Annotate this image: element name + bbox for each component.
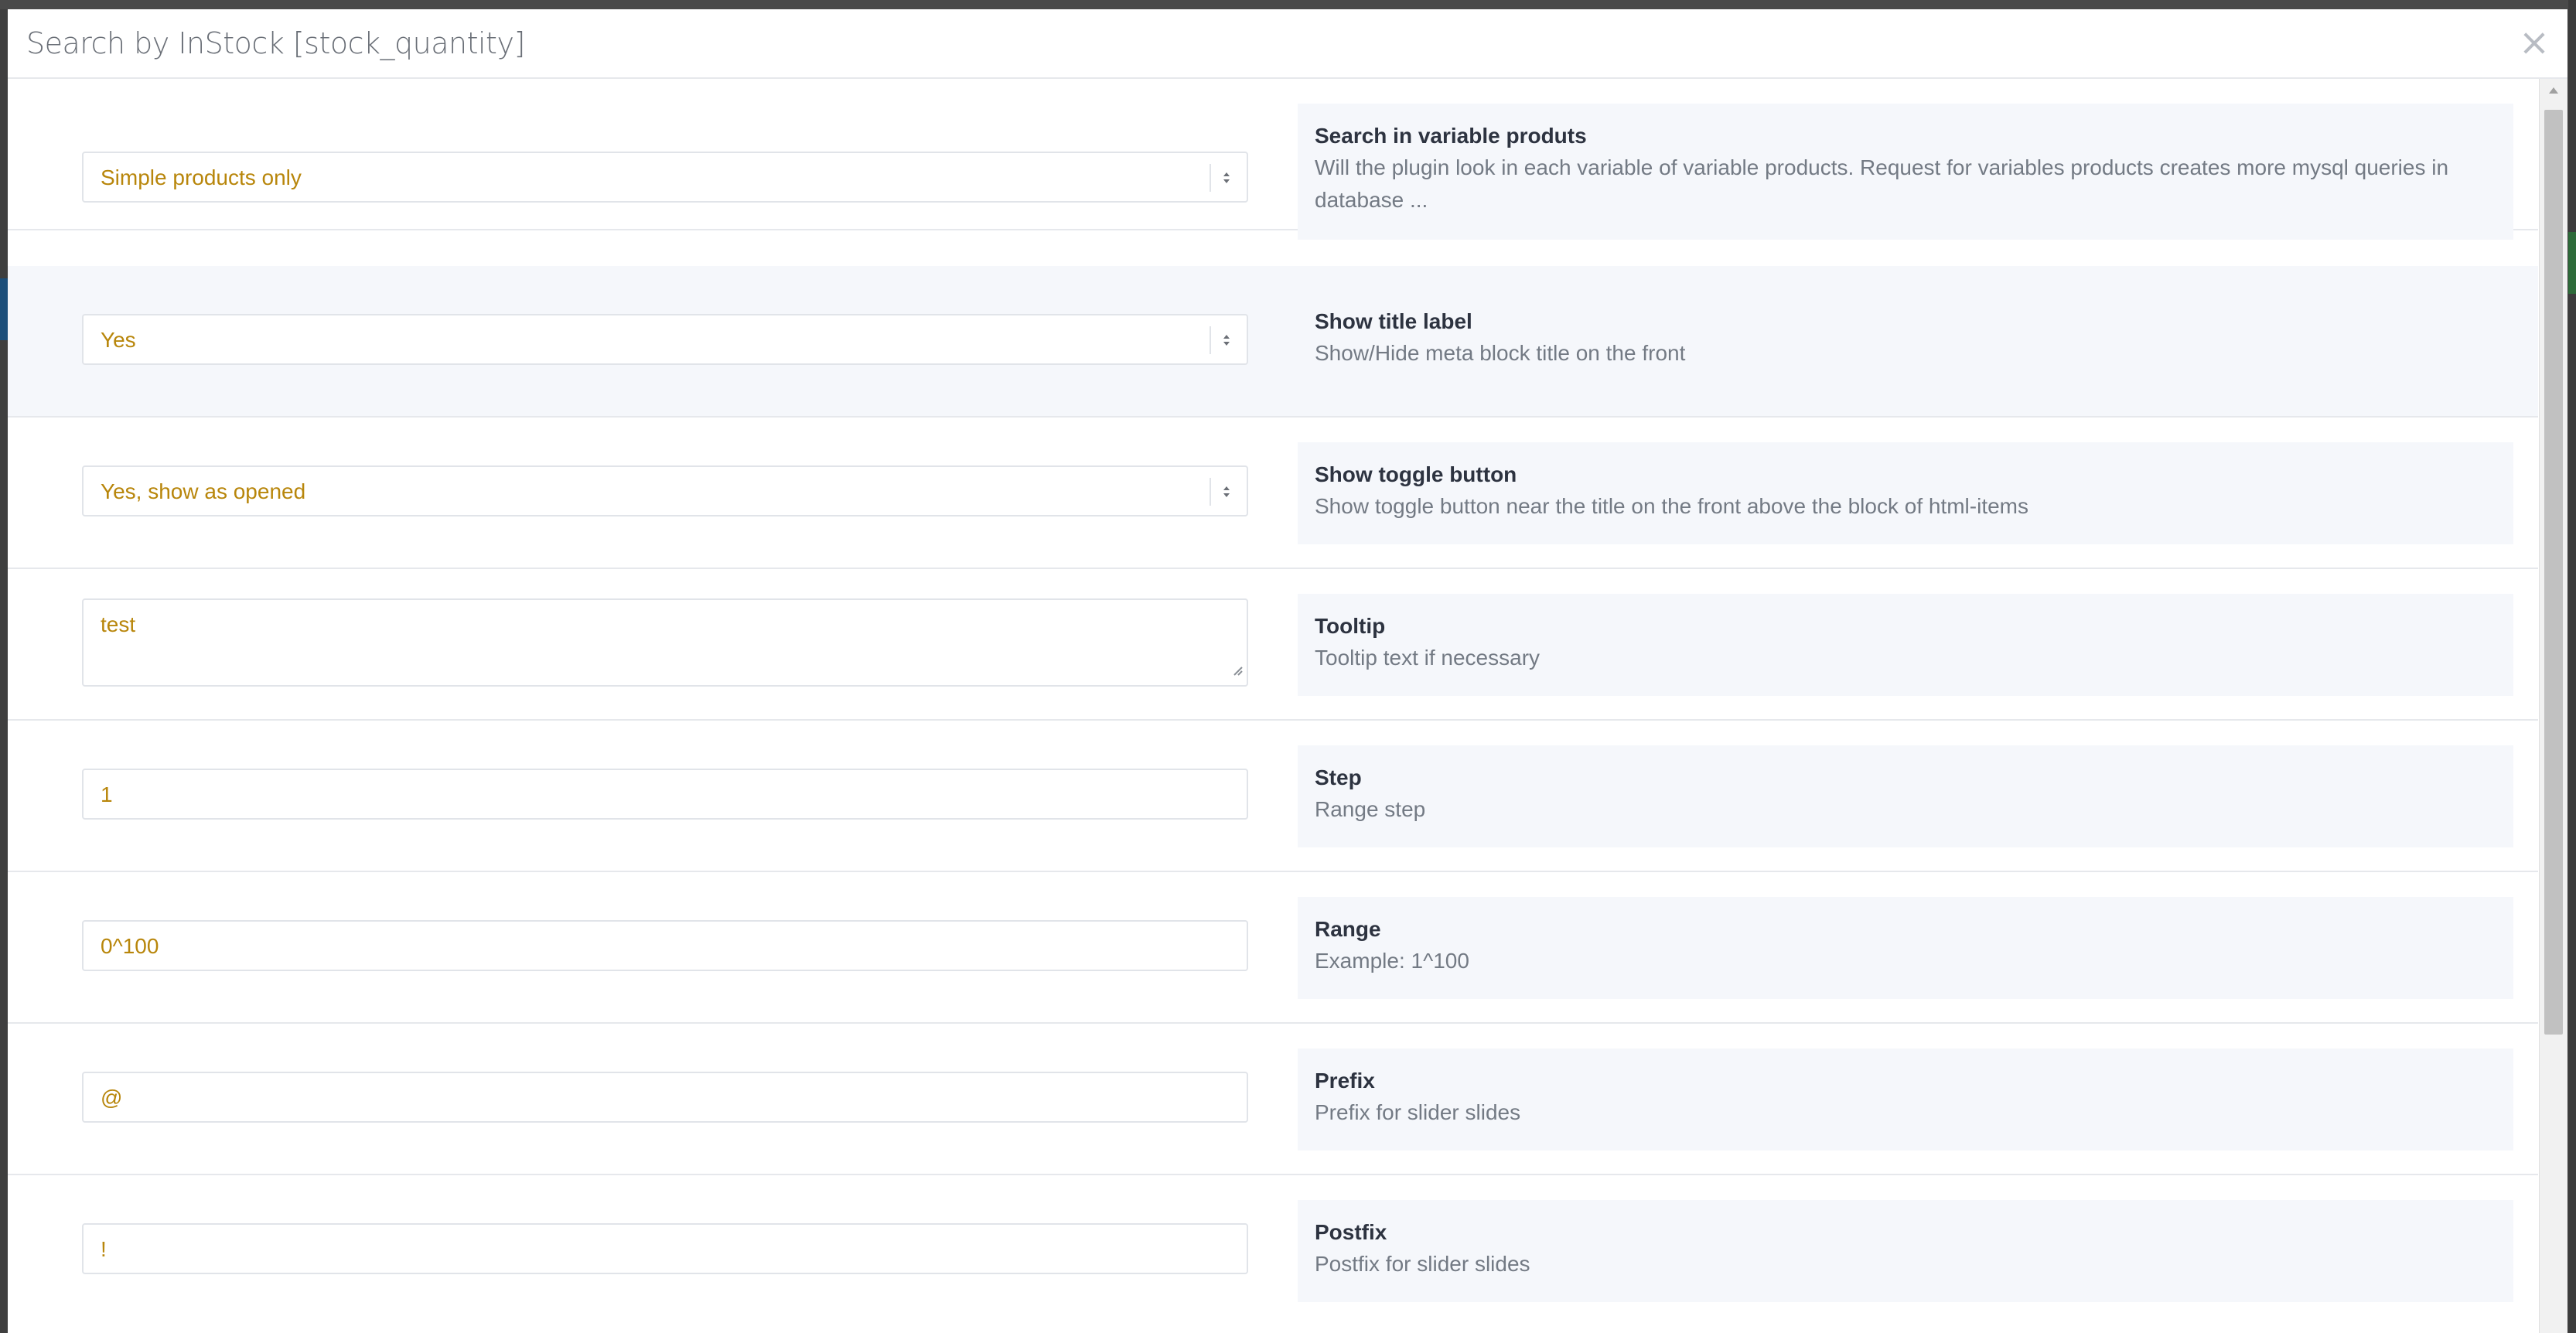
option-row-toggle-button: Yes, show as opened Show toggle button S…	[8, 418, 2538, 569]
option-row-title-label: Yes Show title label Show/Hide meta bloc…	[8, 266, 2538, 418]
option-description: Range step	[1315, 797, 1426, 821]
option-title: Range	[1315, 917, 1381, 941]
select-value: Yes	[101, 328, 136, 352]
postfix-input[interactable]: !	[82, 1223, 1248, 1274]
option-info: Postfix Postfix for slider slides	[1298, 1200, 2513, 1302]
option-title: Search in variable produts	[1315, 124, 1587, 148]
input-value: !	[101, 1237, 107, 1261]
option-title: Tooltip	[1315, 614, 1386, 638]
backdrop-top-strip	[0, 0, 2576, 9]
option-info: Prefix Prefix for slider slides	[1298, 1048, 2513, 1151]
option-description: Will the plugin look in each variable of…	[1315, 155, 2449, 212]
settings-modal: Search by InStock [stock_quantity] × Sim…	[8, 9, 2567, 1333]
option-title: Show title label	[1315, 309, 1472, 333]
modal-body: Simple products only Search in variable …	[8, 79, 2538, 1333]
select-arrows-icon	[1210, 478, 1233, 506]
option-description: Tooltip text if necessary	[1315, 646, 1540, 670]
backdrop-right-edge	[2568, 0, 2576, 1333]
option-title: Step	[1315, 765, 1362, 789]
tooltip-textarea[interactable]: test	[82, 598, 1248, 687]
option-info: Show toggle button Show toggle button ne…	[1298, 442, 2513, 544]
range-input[interactable]: 0^100	[82, 920, 1248, 971]
option-row-postfix: ! Postfix Postfix for slider slides	[8, 1175, 2538, 1327]
option-info: Range Example: 1^100	[1298, 897, 2513, 999]
toggle-button-select[interactable]: Yes, show as opened	[82, 465, 1248, 516]
input-value: 1	[101, 782, 113, 806]
close-icon[interactable]: ×	[2515, 23, 2554, 62]
scrollbar-thumb[interactable]	[2544, 110, 2563, 1035]
modal-scrollbar[interactable]	[2539, 79, 2567, 1333]
backdrop-right-accent	[2568, 232, 2576, 294]
input-value: @	[101, 1086, 123, 1110]
modal-title: Search by InStock [stock_quantity]	[26, 26, 525, 60]
option-title: Postfix	[1315, 1220, 1387, 1244]
title-label-select[interactable]: Yes	[82, 314, 1248, 365]
select-value: Simple products only	[101, 165, 302, 189]
option-info: Step Range step	[1298, 745, 2513, 847]
option-row-tooltip: test Tooltip Tooltip text if necessary	[8, 569, 2538, 721]
variable-products-select[interactable]: Simple products only	[82, 152, 1248, 203]
input-value: 0^100	[101, 934, 159, 958]
option-description: Show/Hide meta block title on the front	[1315, 341, 1686, 365]
textarea-value: test	[101, 612, 136, 636]
option-info: Search in variable produts Will the plug…	[1298, 104, 2513, 240]
backdrop-left-accent	[0, 278, 8, 340]
option-description: Postfix for slider slides	[1315, 1252, 1530, 1276]
select-arrows-icon	[1210, 326, 1233, 354]
step-input[interactable]: 1	[82, 769, 1248, 820]
scroll-up-arrow-icon[interactable]	[2547, 85, 2560, 100]
option-row-step: 1 Step Range step	[8, 721, 2538, 872]
option-description: Example: 1^100	[1315, 949, 1469, 973]
resize-handle-icon[interactable]	[1231, 657, 1244, 682]
option-row-prefix: @ Prefix Prefix for slider slides	[8, 1024, 2538, 1175]
option-row-variable-products: Simple products only Search in variable …	[8, 79, 2538, 240]
select-arrows-icon	[1210, 164, 1233, 192]
option-info: Tooltip Tooltip text if necessary	[1298, 594, 2513, 696]
option-description: Prefix for slider slides	[1315, 1100, 1521, 1124]
option-title: Show toggle button	[1315, 462, 1517, 486]
option-row-range: 0^100 Range Example: 1^100	[8, 872, 2538, 1024]
select-value: Yes, show as opened	[101, 479, 306, 503]
option-title: Prefix	[1315, 1069, 1375, 1093]
prefix-input[interactable]: @	[82, 1072, 1248, 1123]
option-description: Show toggle button near the title on the…	[1315, 494, 2028, 518]
option-info: Show title label Show/Hide meta block ti…	[1298, 289, 2513, 391]
modal-header: Search by InStock [stock_quantity] ×	[8, 9, 2567, 79]
